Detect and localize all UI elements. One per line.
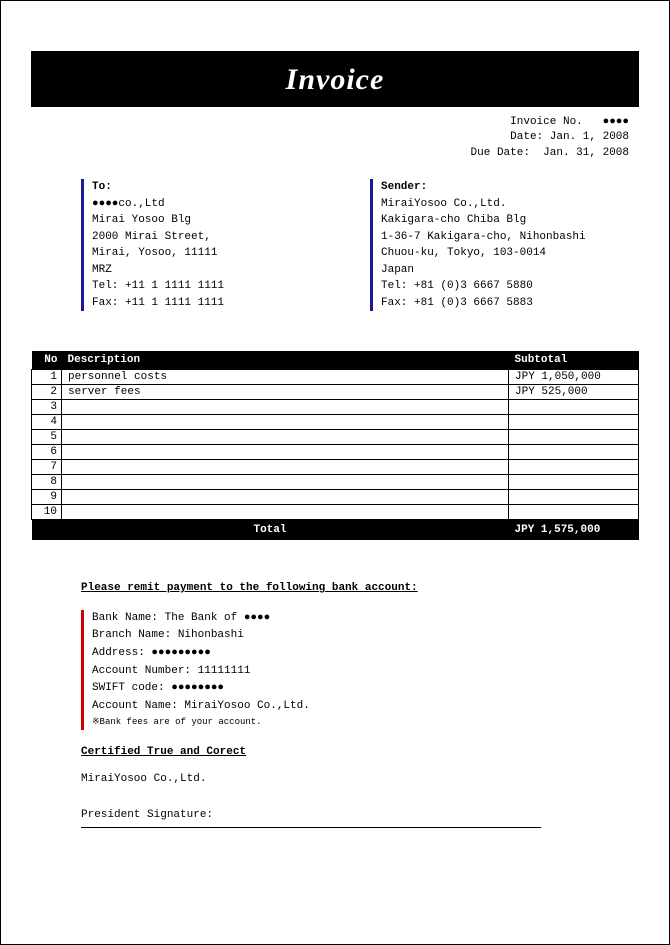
to-country: MRZ xyxy=(92,262,340,279)
table-row: 8 xyxy=(32,475,639,490)
date-label: Date: xyxy=(510,131,543,143)
row-no: 8 xyxy=(32,475,62,490)
table-row: 3 xyxy=(32,400,639,415)
total-value: JPY 1,575,000 xyxy=(509,520,639,541)
account-name: Account Name: MiraiYosoo Co.,Ltd. xyxy=(92,698,599,716)
to-line1: Mirai Yosoo Blg xyxy=(92,212,340,229)
row-desc xyxy=(62,505,509,520)
invoice-no-label: Invoice No. xyxy=(510,116,583,128)
table-row: 10 xyxy=(32,505,639,520)
to-line3: Mirai, Yosoo, 11111 xyxy=(92,245,340,262)
signature-label: President Signature: xyxy=(81,809,213,821)
total-label: Total xyxy=(32,520,509,541)
row-no: 9 xyxy=(32,490,62,505)
due-date-value: Jan. 31, 2008 xyxy=(543,147,629,159)
payment-section: Please remit payment to the following ba… xyxy=(31,580,639,827)
row-no: 3 xyxy=(32,400,62,415)
table-row: 6 xyxy=(32,445,639,460)
sender-address-block: Sender: MiraiYosoo Co.,Ltd. Kakigara-cho… xyxy=(370,179,629,311)
table-row: 1personnel costsJPY 1,050,000 xyxy=(32,370,639,385)
table-row: 2server feesJPY 525,000 xyxy=(32,385,639,400)
row-desc: server fees xyxy=(62,385,509,400)
signature-line: President Signature: xyxy=(81,807,541,828)
to-heading: To: xyxy=(92,179,340,196)
col-no-header: No xyxy=(32,351,62,370)
row-no: 6 xyxy=(32,445,62,460)
row-no: 10 xyxy=(32,505,62,520)
row-desc xyxy=(62,445,509,460)
to-address-block: To: ●●●●co.,Ltd Mirai Yosoo Blg 2000 Mir… xyxy=(81,179,340,311)
table-row: 5 xyxy=(32,430,639,445)
to-fax: Fax: +11 1 1111 1111 xyxy=(92,295,340,312)
row-desc xyxy=(62,415,509,430)
swift-code: SWIFT code: ●●●●●●●● xyxy=(92,680,599,698)
to-name: ●●●●co.,Ltd xyxy=(92,196,340,213)
sender-heading: Sender: xyxy=(381,179,629,196)
row-no: 5 xyxy=(32,430,62,445)
invoice-page: Invoice Invoice No. ●●●● Date: Jan. 1, 2… xyxy=(0,0,670,945)
document-title: Invoice xyxy=(31,63,639,97)
invoice-no-value: ●●●● xyxy=(603,116,629,128)
title-bar: Invoice xyxy=(31,51,639,107)
row-desc: personnel costs xyxy=(62,370,509,385)
row-subtotal: JPY 525,000 xyxy=(509,385,639,400)
row-no: 1 xyxy=(32,370,62,385)
address-row: To: ●●●●co.,Ltd Mirai Yosoo Blg 2000 Mir… xyxy=(31,179,639,311)
sender-line3: Chuou-ku, Tokyo, 103-0014 xyxy=(381,245,629,262)
row-subtotal xyxy=(509,475,639,490)
row-desc xyxy=(62,475,509,490)
row-no: 2 xyxy=(32,385,62,400)
row-no: 7 xyxy=(32,460,62,475)
certification-heading: Certified True and Corect xyxy=(81,744,599,762)
row-subtotal xyxy=(509,430,639,445)
row-desc xyxy=(62,490,509,505)
branch-name: Branch Name: Nihonbashi xyxy=(92,627,599,645)
row-subtotal xyxy=(509,490,639,505)
items-table: No Description Subtotal 1personnel costs… xyxy=(31,351,639,540)
to-line2: 2000 Mirai Street, xyxy=(92,229,340,246)
sender-line1: Kakigara-cho Chiba Blg xyxy=(381,212,629,229)
row-subtotal xyxy=(509,505,639,520)
bank-name: Bank Name: The Bank of ●●●● xyxy=(92,610,599,628)
date-value: Jan. 1, 2008 xyxy=(550,131,629,143)
row-subtotal xyxy=(509,415,639,430)
col-sub-header: Subtotal xyxy=(509,351,639,370)
row-no: 4 xyxy=(32,415,62,430)
due-date-label: Due Date: xyxy=(471,147,530,159)
col-desc-header: Description xyxy=(62,351,509,370)
to-tel: Tel: +11 1 1111 1111 xyxy=(92,278,340,295)
row-subtotal xyxy=(509,400,639,415)
bank-address: Address: ●●●●●●●●● xyxy=(92,645,599,663)
table-row: 4 xyxy=(32,415,639,430)
cert-company: MiraiYosoo Co.,Ltd. xyxy=(81,771,599,789)
invoice-meta: Invoice No. ●●●● Date: Jan. 1, 2008 Due … xyxy=(31,115,639,161)
row-desc xyxy=(62,430,509,445)
sender-name: MiraiYosoo Co.,Ltd. xyxy=(381,196,629,213)
payment-heading: Please remit payment to the following ba… xyxy=(81,580,599,598)
row-subtotal: JPY 1,050,000 xyxy=(509,370,639,385)
row-desc xyxy=(62,400,509,415)
bank-fee-note: ※Bank fees are of your account. xyxy=(92,715,599,729)
table-row: 9 xyxy=(32,490,639,505)
table-row: 7 xyxy=(32,460,639,475)
sender-fax: Fax: +81 (0)3 6667 5883 xyxy=(381,295,629,312)
row-subtotal xyxy=(509,445,639,460)
bank-details-block: Bank Name: The Bank of ●●●● Branch Name:… xyxy=(81,610,599,730)
sender-line2: 1-36-7 Kakigara-cho, Nihonbashi xyxy=(381,229,629,246)
sender-tel: Tel: +81 (0)3 6667 5880 xyxy=(381,278,629,295)
row-subtotal xyxy=(509,460,639,475)
account-number: Account Number: 11111111 xyxy=(92,663,599,681)
sender-country: Japan xyxy=(381,262,629,279)
row-desc xyxy=(62,460,509,475)
